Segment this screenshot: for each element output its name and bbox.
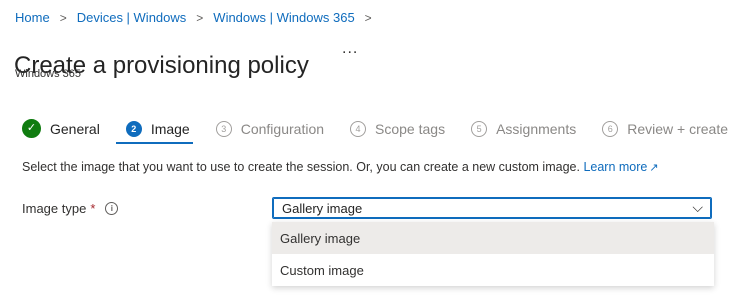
description: Select the image that you want to use to… bbox=[22, 160, 659, 174]
chevron-down-icon: ⌵ bbox=[692, 199, 703, 215]
dropdown-menu: Gallery image Custom image bbox=[272, 222, 714, 286]
step-image[interactable]: 2 Image bbox=[125, 120, 190, 137]
step-number: 4 bbox=[350, 120, 367, 137]
wizard-steps: ✓ General 2 Image 3 Configuration 4 Scop… bbox=[22, 119, 752, 138]
step-number: 5 bbox=[471, 120, 488, 137]
dropdown-selected-value: Gallery image bbox=[282, 200, 363, 216]
checkmark-icon: ✓ bbox=[22, 119, 41, 138]
description-text: Select the image that you want to use to… bbox=[22, 160, 580, 174]
image-type-label: Image type * i bbox=[22, 201, 119, 216]
learn-more-link[interactable]: Learn more ↗ bbox=[583, 160, 658, 174]
chevron-right-icon: > bbox=[364, 10, 372, 25]
breadcrumb-home[interactable]: Home bbox=[15, 10, 50, 25]
step-label: Image bbox=[150, 120, 190, 137]
step-general[interactable]: ✓ General bbox=[22, 119, 100, 138]
external-link-icon: ↗ bbox=[649, 162, 659, 174]
image-type-label-text: Image type bbox=[22, 201, 87, 216]
option-custom-image[interactable]: Custom image bbox=[272, 254, 714, 286]
page-subtitle: Windows 365 bbox=[15, 68, 82, 80]
step-assignments[interactable]: 5 Assignments bbox=[471, 120, 577, 137]
breadcrumb-devices-windows[interactable]: Devices | Windows bbox=[77, 10, 187, 25]
breadcrumb-windows-365[interactable]: Windows | Windows 365 bbox=[213, 10, 354, 25]
step-configuration[interactable]: 3 Configuration bbox=[215, 120, 325, 137]
step-number: 3 bbox=[215, 120, 232, 137]
step-label: General bbox=[50, 120, 100, 137]
chevron-right-icon: > bbox=[196, 10, 204, 25]
step-number: 6 bbox=[602, 120, 619, 137]
active-step-indicator bbox=[116, 142, 193, 144]
step-scope-tags[interactable]: 4 Scope tags bbox=[350, 120, 446, 137]
step-label: Assignments bbox=[496, 120, 577, 137]
info-icon[interactable]: i bbox=[105, 202, 119, 215]
step-number: 2 bbox=[125, 120, 142, 137]
chevron-right-icon: > bbox=[59, 10, 67, 25]
step-label: Configuration bbox=[240, 120, 325, 137]
step-review-create[interactable]: 6 Review + create bbox=[602, 120, 729, 137]
learn-more-label: Learn more bbox=[583, 160, 648, 174]
step-label: Review + create bbox=[627, 120, 729, 137]
step-label: Scope tags bbox=[375, 120, 446, 137]
image-type-dropdown[interactable]: Gallery image ⌵ bbox=[272, 197, 712, 219]
required-marker: * bbox=[90, 201, 96, 216]
more-options-button[interactable]: ... bbox=[342, 40, 358, 58]
breadcrumb: Home > Devices | Windows > Windows | Win… bbox=[15, 10, 382, 25]
option-gallery-image[interactable]: Gallery image bbox=[272, 222, 714, 254]
